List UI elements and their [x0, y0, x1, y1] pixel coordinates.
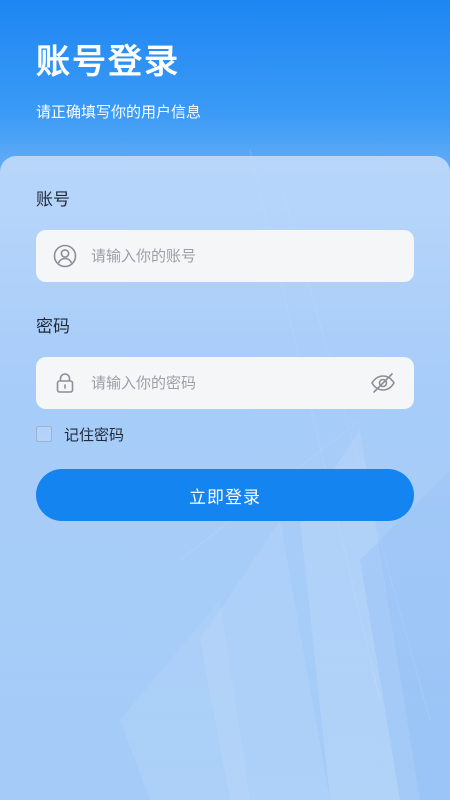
- lock-icon: [53, 371, 77, 395]
- header: 账号登录 请正确填写你的用户信息: [36, 40, 416, 122]
- account-label: 账号: [36, 190, 70, 210]
- user-circle-icon: [53, 244, 77, 268]
- eye-off-icon[interactable]: [370, 371, 396, 395]
- page-title: 账号登录: [36, 42, 180, 82]
- login-button[interactable]: 立即登录: [36, 469, 414, 521]
- page-subtitle: 请正确填写你的用户信息: [36, 103, 202, 121]
- remember-password-toggle[interactable]: 记住密码: [36, 423, 124, 445]
- remember-label: 记住密码: [64, 425, 125, 444]
- account-field[interactable]: [36, 230, 414, 282]
- account-input[interactable]: [91, 230, 354, 282]
- password-input[interactable]: [91, 357, 354, 409]
- remember-checkbox[interactable]: [36, 426, 52, 442]
- password-field[interactable]: [36, 357, 414, 409]
- password-label: 密码: [36, 317, 70, 337]
